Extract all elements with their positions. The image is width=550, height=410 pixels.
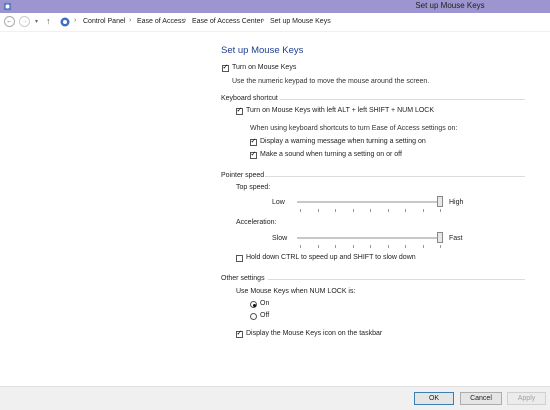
apply-button[interactable]: Apply (507, 392, 546, 405)
acceleration-slider-thumb[interactable] (437, 232, 443, 243)
slider-tick (405, 245, 406, 248)
slider-tick (440, 245, 441, 248)
slider-tick (317, 209, 319, 212)
slider-tick (335, 209, 336, 212)
breadcrumb-ease-of-access-center[interactable]: Ease of Access Center (192, 18, 263, 25)
ctrl-shift-checkbox[interactable] (236, 255, 243, 262)
top-speed-low-label: Low (272, 199, 285, 206)
top-speed-label: Top speed: (236, 184, 271, 191)
shortcut-label[interactable]: Turn on Mouse Keys with left ALT + left … (246, 107, 434, 114)
breadcrumb-separator-icon: › (74, 17, 77, 24)
up-arrow-icon[interactable]: ↑ (46, 16, 51, 26)
slider-tick (440, 209, 441, 212)
slider-tick (352, 245, 354, 248)
num-lock-label: Use Mouse Keys when NUM LOCK is: (236, 288, 356, 295)
acceleration-label: Acceleration: (236, 219, 277, 226)
group-divider (265, 176, 525, 177)
dialog-footer: OK Cancel Apply (0, 386, 550, 410)
window-title: Set up Mouse Keys (415, 1, 485, 10)
top-speed-slider-track[interactable] (297, 201, 443, 203)
top-speed-high-label: High (449, 199, 464, 206)
other-settings-group-label: Other settings (221, 275, 265, 282)
slider-tick (387, 209, 389, 212)
slider-tick (335, 245, 336, 248)
make-sound-checkbox[interactable] (250, 150, 257, 159)
slider-tick (387, 245, 389, 248)
acceleration-fast-label: Fast (449, 235, 463, 242)
breadcrumb-ease-of-access[interactable]: Ease of Access (137, 18, 185, 25)
slider-tick (317, 245, 319, 248)
slider-tick (370, 245, 371, 248)
group-divider (268, 279, 525, 280)
recent-pages-chevron-icon[interactable]: ▾ (35, 18, 38, 25)
top-speed-slider-thumb[interactable] (437, 196, 443, 207)
turn-on-mouse-keys-checkbox[interactable] (222, 63, 229, 72)
num-lock-on-label[interactable]: On (260, 300, 269, 307)
ctrl-shift-label[interactable]: Hold down CTRL to speed up and SHIFT to … (246, 254, 416, 261)
acceleration-slow-label: Slow (272, 235, 288, 242)
slider-tick (300, 209, 301, 212)
breadcrumb-control-panel[interactable]: Control Panel (83, 18, 125, 25)
warning-message-label[interactable]: Display a warning message when turning a… (260, 138, 426, 145)
breadcrumb-separator-icon: › (262, 17, 265, 24)
shortcut-checkbox[interactable] (236, 106, 243, 115)
page-title: Set up Mouse Keys (221, 45, 304, 56)
turn-on-mouse-keys-description: Use the numeric keypad to move the mouse… (232, 78, 430, 85)
shortcut-note: When using keyboard shortcuts to turn Ea… (250, 125, 458, 132)
address-bar: ← → ▾ ↑ › Control Panel › Ease of Access… (0, 13, 550, 32)
turn-on-mouse-keys-label[interactable]: Turn on Mouse Keys (232, 64, 296, 71)
slider-tick (405, 209, 406, 212)
taskbar-icon-label[interactable]: Display the Mouse Keys icon on the taskb… (246, 330, 382, 337)
num-lock-off-radio[interactable] (250, 313, 257, 320)
slider-tick (300, 245, 301, 248)
control-panel-icon (60, 17, 70, 27)
warning-message-checkbox[interactable] (250, 137, 257, 146)
slider-tick (422, 245, 424, 248)
make-sound-label[interactable]: Make a sound when turning a setting on o… (260, 151, 402, 158)
num-lock-off-label[interactable]: Off (260, 312, 269, 319)
acceleration-slider-track[interactable] (297, 237, 443, 239)
breadcrumb-separator-icon: › (184, 17, 187, 24)
pointer-speed-group-label: Pointer speed (221, 172, 265, 179)
cancel-button[interactable]: Cancel (460, 392, 502, 405)
forward-button[interactable]: → (19, 16, 30, 27)
slider-tick (352, 209, 354, 212)
breadcrumb-set-up-mouse-keys[interactable]: Set up Mouse Keys (270, 18, 331, 25)
slider-tick (422, 209, 424, 212)
keyboard-shortcut-group-label: Keyboard shortcut (221, 95, 278, 102)
breadcrumb-separator-icon: › (129, 17, 132, 24)
slider-tick (370, 209, 371, 212)
back-button[interactable]: ← (4, 16, 15, 27)
num-lock-on-radio[interactable] (250, 301, 257, 308)
taskbar-icon-checkbox[interactable] (236, 329, 243, 338)
title-bar: Set up Mouse Keys (0, 0, 550, 13)
group-divider (280, 99, 525, 100)
ok-button[interactable]: OK (414, 392, 454, 405)
